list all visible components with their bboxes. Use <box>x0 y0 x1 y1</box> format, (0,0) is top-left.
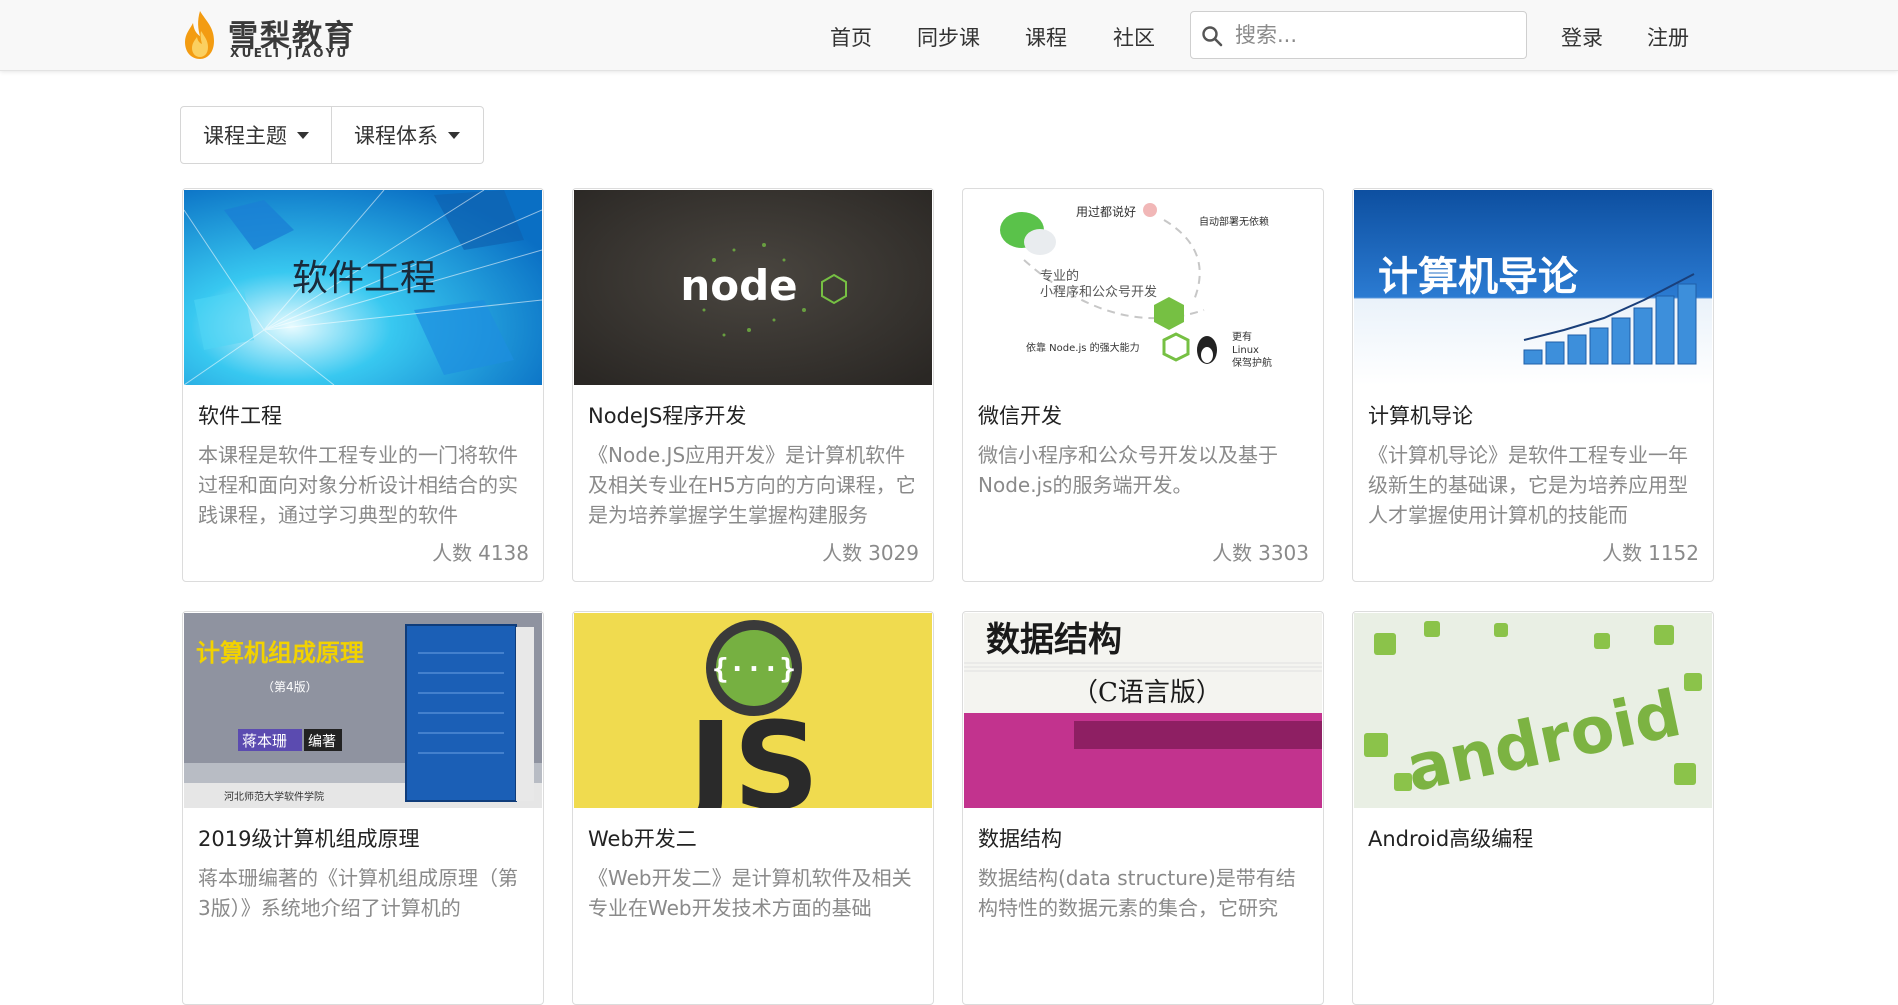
student-count: 人数 3303 <box>1212 537 1309 566</box>
course-title[interactable]: 计算机导论 <box>1368 400 1473 430</box>
course-card-nodejs[interactable]: node NodeJS程序开发 《Node.JS应用开发》是计算机软件及相关专业… <box>572 188 934 582</box>
cover-title-text: 软件工程 <box>292 258 436 299</box>
course-cover-image[interactable]: {···} JS <box>574 613 932 808</box>
student-count-value: 3029 <box>868 541 919 565</box>
course-cover-image[interactable]: 计算机导论 <box>1354 190 1712 385</box>
course-card-android[interactable]: android Android高级编程 <box>1352 611 1714 1005</box>
course-cover-image[interactable]: node <box>574 190 932 385</box>
cover-label: 自动部署无依赖 <box>1199 215 1269 228</box>
course-cover-image[interactable]: android <box>1354 613 1712 808</box>
filter-button-group: 课程主题 课程体系 <box>180 106 484 164</box>
student-count-label: 人数 <box>1602 541 1643 565</box>
nodejs-cover: node <box>574 190 932 385</box>
student-count-label: 人数 <box>432 541 473 565</box>
course-card-data-structures[interactable]: 数据结构 （C语言版） 数据结构 数据结构(data structure)是带有… <box>962 611 1324 1005</box>
computer-organization-cover: 计算机组成原理 （第4版） 蒋本珊 编著 河北师范大学软件学院 <box>184 613 542 808</box>
course-card-wechat[interactable]: 用过都说好 专业的 小程序和公众号开发 依靠 Node.js 的强大能力 自动部… <box>962 188 1324 582</box>
cover-label: 编著 <box>308 734 336 750</box>
cover-label: 保驾护航 <box>1232 356 1272 369</box>
course-card-computer-organization[interactable]: 计算机组成原理 （第4版） 蒋本珊 编著 河北师范大学软件学院 2019级计算机… <box>182 611 544 1005</box>
cover-label: 专业的 <box>1040 268 1079 284</box>
nav-community[interactable]: 社区 <box>1113 22 1155 52</box>
course-card-web-dev-2[interactable]: {···} JS Web开发二 《Web开发二》是计算机软件及相关专业在Web开… <box>572 611 934 1005</box>
web-dev-cover: {···} JS <box>574 613 932 808</box>
braces-icon: {···} <box>712 652 796 685</box>
top-navbar: 雪梨教育 XUELI JIAOYU 首页 同步课 课程 社区 登录 注册 <box>0 0 1898 71</box>
cover-label: 更有 <box>1232 330 1252 343</box>
js-logo-text: JS <box>681 698 819 808</box>
student-count: 人数 1152 <box>1602 537 1699 566</box>
course-card-software-engineering[interactable]: 软件工程 软件工程 本课程是软件工程专业的一门将软件过程和面向对象分析设计相结合… <box>182 188 544 582</box>
cover-label: 用过都说好 <box>1076 204 1136 219</box>
search-box[interactable] <box>1190 11 1527 59</box>
course-description: 微信小程序和公众号开发以及基于Node.js的服务端开发。 <box>978 443 1278 497</box>
course-cover-image[interactable]: 数据结构 （C语言版） <box>964 613 1322 808</box>
student-count-value: 1152 <box>1648 541 1699 565</box>
course-topic-label: 课程主题 <box>203 124 287 148</box>
course-cover-image[interactable]: 计算机组成原理 （第4版） 蒋本珊 编著 河北师范大学软件学院 <box>184 613 542 808</box>
course-description: 本课程是软件工程专业的一门将软件过程和面向对象分析设计相结合的实践课程，通过学习… <box>198 443 518 527</box>
nav-sync-courses[interactable]: 同步课 <box>917 22 980 52</box>
android-cover: android <box>1354 613 1712 808</box>
cover-label: （C语言版） <box>1072 678 1222 708</box>
student-count-label: 人数 <box>1212 541 1253 565</box>
search-input[interactable] <box>1235 18 1515 52</box>
flame-logo-icon <box>185 11 214 59</box>
student-count-label: 人数 <box>822 541 863 565</box>
cover-label: （第4版） <box>262 680 318 694</box>
course-description: 《计算机导论》是软件工程专业一年级新生的基础课，它是为培养应用型人才掌握使用计算… <box>1368 443 1688 527</box>
cover-label: 小程序和公众号开发 <box>1040 284 1157 300</box>
student-count-value: 3303 <box>1258 541 1309 565</box>
course-title[interactable]: Android高级编程 <box>1368 823 1533 853</box>
course-description: 《Node.JS应用开发》是计算机软件及相关专业在H5方向的方向课程，它是为培养… <box>588 443 916 527</box>
course-description: 蒋本珊编著的《计算机组成原理（第3版）》系统地介绍了计算机的 <box>198 866 518 920</box>
wechat-cover: 用过都说好 专业的 小程序和公众号开发 依靠 Node.js 的强大能力 自动部… <box>964 190 1322 385</box>
intro-computing-cover: 计算机导论 <box>1354 190 1712 385</box>
cover-title-text: 数据结构 <box>986 620 1122 660</box>
site-logo[interactable]: 雪梨教育 XUELI JIAOYU <box>180 9 360 61</box>
course-title[interactable]: 微信开发 <box>978 400 1062 430</box>
cover-label: Linux <box>1232 345 1259 356</box>
nav-courses[interactable]: 课程 <box>1025 22 1067 52</box>
node-logo-text: node <box>680 261 797 310</box>
register-link[interactable]: 注册 <box>1647 22 1689 52</box>
cover-title-text: 计算机导论 <box>1378 254 1579 300</box>
course-topic-dropdown[interactable]: 课程主题 <box>180 106 332 164</box>
cover-title-text: 计算机组成原理 <box>196 639 364 667</box>
cover-label: 依靠 Node.js 的强大能力 <box>1026 341 1140 354</box>
course-title[interactable]: NodeJS程序开发 <box>588 400 746 430</box>
logo-text-en: XUELI JIAOYU <box>230 46 349 60</box>
course-system-label: 课程体系 <box>354 124 438 148</box>
course-title[interactable]: 数据结构 <box>978 823 1062 853</box>
student-count: 人数 4138 <box>432 537 529 566</box>
login-link[interactable]: 登录 <box>1561 22 1603 52</box>
cover-label: 河北师范大学软件学院 <box>224 790 324 803</box>
data-structures-cover: 数据结构 （C语言版） <box>964 613 1322 808</box>
course-cover-image[interactable]: 软件工程 <box>184 190 542 385</box>
course-card-intro-computing[interactable]: 计算机导论 计算机导论 《计算机导论》是软件工程专业一年级新生的基础课，它是为培… <box>1352 188 1714 582</box>
course-title[interactable]: 2019级计算机组成原理 <box>198 823 419 853</box>
student-count-value: 4138 <box>478 541 529 565</box>
student-count: 人数 3029 <box>822 537 919 566</box>
caret-down-icon <box>448 131 460 139</box>
course-description: 数据结构(data structure)是带有结构特性的数据元素的集合，它研究 <box>978 866 1296 920</box>
caret-down-icon <box>297 131 309 139</box>
course-title[interactable]: Web开发二 <box>588 823 697 853</box>
course-title[interactable]: 软件工程 <box>198 400 282 430</box>
search-icon <box>1202 26 1223 47</box>
cover-label: 蒋本珊 <box>242 732 287 750</box>
course-description: 《Web开发二》是计算机软件及相关专业在Web开发技术方面的基础 <box>588 866 912 920</box>
course-cover-image[interactable]: 用过都说好 专业的 小程序和公众号开发 依靠 Node.js 的强大能力 自动部… <box>964 190 1322 385</box>
software-engineering-cover: 软件工程 <box>184 190 542 385</box>
course-description <box>1368 863 1700 953</box>
course-system-dropdown[interactable]: 课程体系 <box>332 106 484 164</box>
nav-home[interactable]: 首页 <box>830 22 872 52</box>
